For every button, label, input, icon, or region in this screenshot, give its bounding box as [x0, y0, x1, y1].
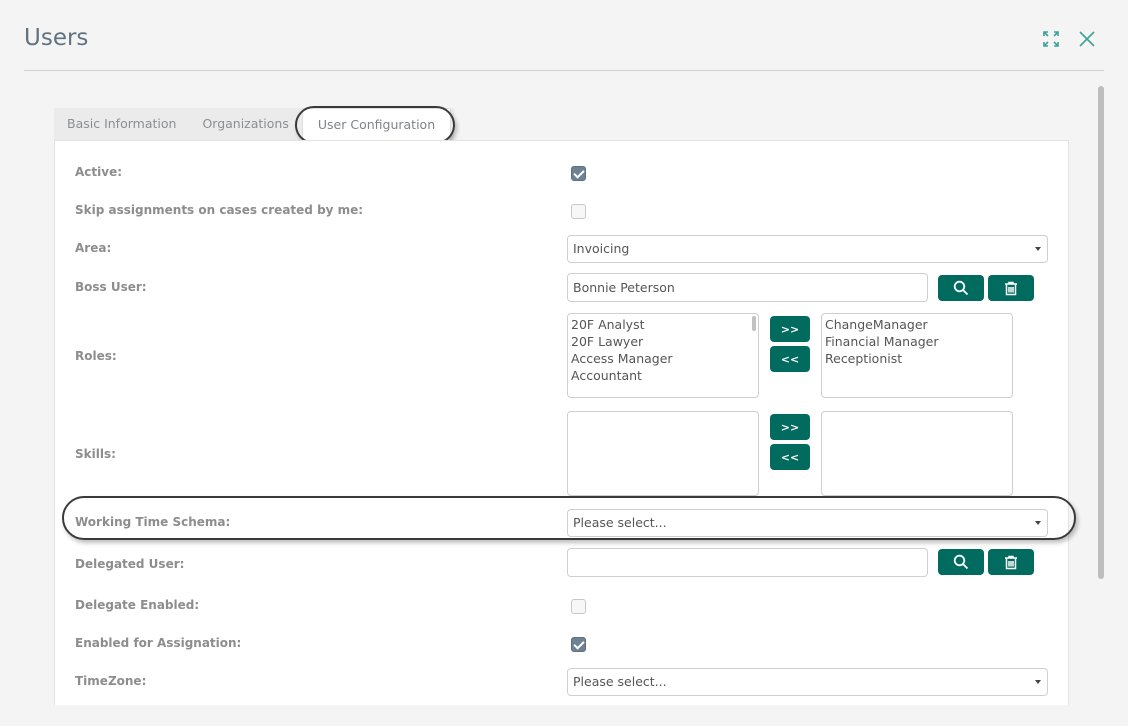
enabled-for-assignation-label: Enabled for Assignation:	[75, 636, 242, 650]
skills-remove-button[interactable]: <<	[770, 444, 810, 470]
list-scrollbar[interactable]	[752, 316, 756, 331]
delegated-user-label: Delegated User:	[75, 557, 185, 571]
skip-assignments-checkbox[interactable]	[571, 204, 586, 219]
roles-selected-list[interactable]: ChangeManager Financial Manager Receptio…	[821, 313, 1013, 398]
search-icon	[953, 554, 969, 570]
skip-assignments-label: Skip assignments on cases created by me:	[75, 203, 364, 217]
tab-user-configuration[interactable]: User Configuration	[301, 108, 452, 141]
search-icon	[953, 280, 969, 296]
working-time-schema-value: Please select...	[573, 515, 667, 530]
skills-available-list[interactable]	[567, 411, 759, 496]
skills-label: Skills:	[75, 447, 116, 461]
user-configuration-panel: Active: Skip assignments on cases create…	[54, 140, 1069, 705]
boss-user-delete-button[interactable]	[988, 275, 1034, 301]
modal-title: Users	[24, 25, 89, 51]
area-select[interactable]: Invoicing	[567, 235, 1048, 263]
chevron-down-icon	[1035, 521, 1041, 525]
timezone-label: TimeZone:	[75, 674, 147, 688]
area-value: Invoicing	[573, 241, 630, 256]
active-label: Active:	[75, 165, 123, 179]
header-divider	[24, 70, 1104, 71]
list-item[interactable]: Access Manager	[571, 350, 755, 367]
delegate-enabled-label: Delegate Enabled:	[75, 598, 200, 612]
expand-icon[interactable]	[1040, 28, 1062, 50]
boss-user-search-button[interactable]	[938, 275, 984, 301]
chevron-down-icon	[1035, 680, 1041, 684]
delegated-user-input[interactable]	[567, 548, 928, 577]
list-item[interactable]: Financial Manager	[825, 333, 1009, 350]
boss-user-label: Boss User:	[75, 280, 147, 294]
users-modal: Users Basic Information Organizations Us…	[0, 0, 1128, 726]
list-item[interactable]: Accountant	[571, 367, 755, 384]
trash-icon	[1005, 555, 1017, 569]
list-item[interactable]: ChangeManager	[825, 316, 1009, 333]
list-item[interactable]: 20F Lawyer	[571, 333, 755, 350]
modal-scrollbar[interactable]	[1098, 86, 1104, 579]
close-icon[interactable]	[1076, 28, 1098, 50]
tab-organizations[interactable]: Organizations	[189, 108, 301, 140]
enabled-for-assignation-checkbox[interactable]	[571, 637, 586, 652]
chevron-down-icon	[1035, 247, 1041, 251]
skills-selected-list[interactable]	[821, 411, 1013, 496]
area-label: Area:	[75, 241, 112, 255]
list-item[interactable]: 20F Analyst	[571, 316, 755, 333]
trash-icon	[1005, 281, 1017, 295]
tab-bar: Basic Information Organizations User Con…	[54, 108, 454, 141]
active-checkbox[interactable]	[571, 166, 586, 181]
roles-available-list[interactable]: 20F Analyst 20F Lawyer Access Manager Ac…	[567, 313, 759, 398]
working-time-schema-select[interactable]: Please select...	[567, 509, 1048, 537]
timezone-select[interactable]: Please select...	[567, 668, 1048, 696]
roles-add-button[interactable]: >>	[770, 316, 810, 342]
timezone-value: Please select...	[573, 674, 667, 689]
delegated-user-search-button[interactable]	[938, 549, 984, 575]
boss-user-input[interactable]: Bonnie Peterson	[567, 273, 928, 302]
roles-remove-button[interactable]: <<	[770, 346, 810, 372]
working-time-schema-label: Working Time Schema:	[75, 515, 231, 529]
header-actions	[1040, 28, 1098, 50]
roles-label: Roles:	[75, 349, 117, 363]
skills-add-button[interactable]: >>	[770, 414, 810, 440]
delegated-user-delete-button[interactable]	[988, 549, 1034, 575]
delegate-enabled-checkbox[interactable]	[571, 599, 586, 614]
list-item[interactable]: Receptionist	[825, 350, 1009, 367]
tab-basic-information[interactable]: Basic Information	[54, 108, 189, 140]
